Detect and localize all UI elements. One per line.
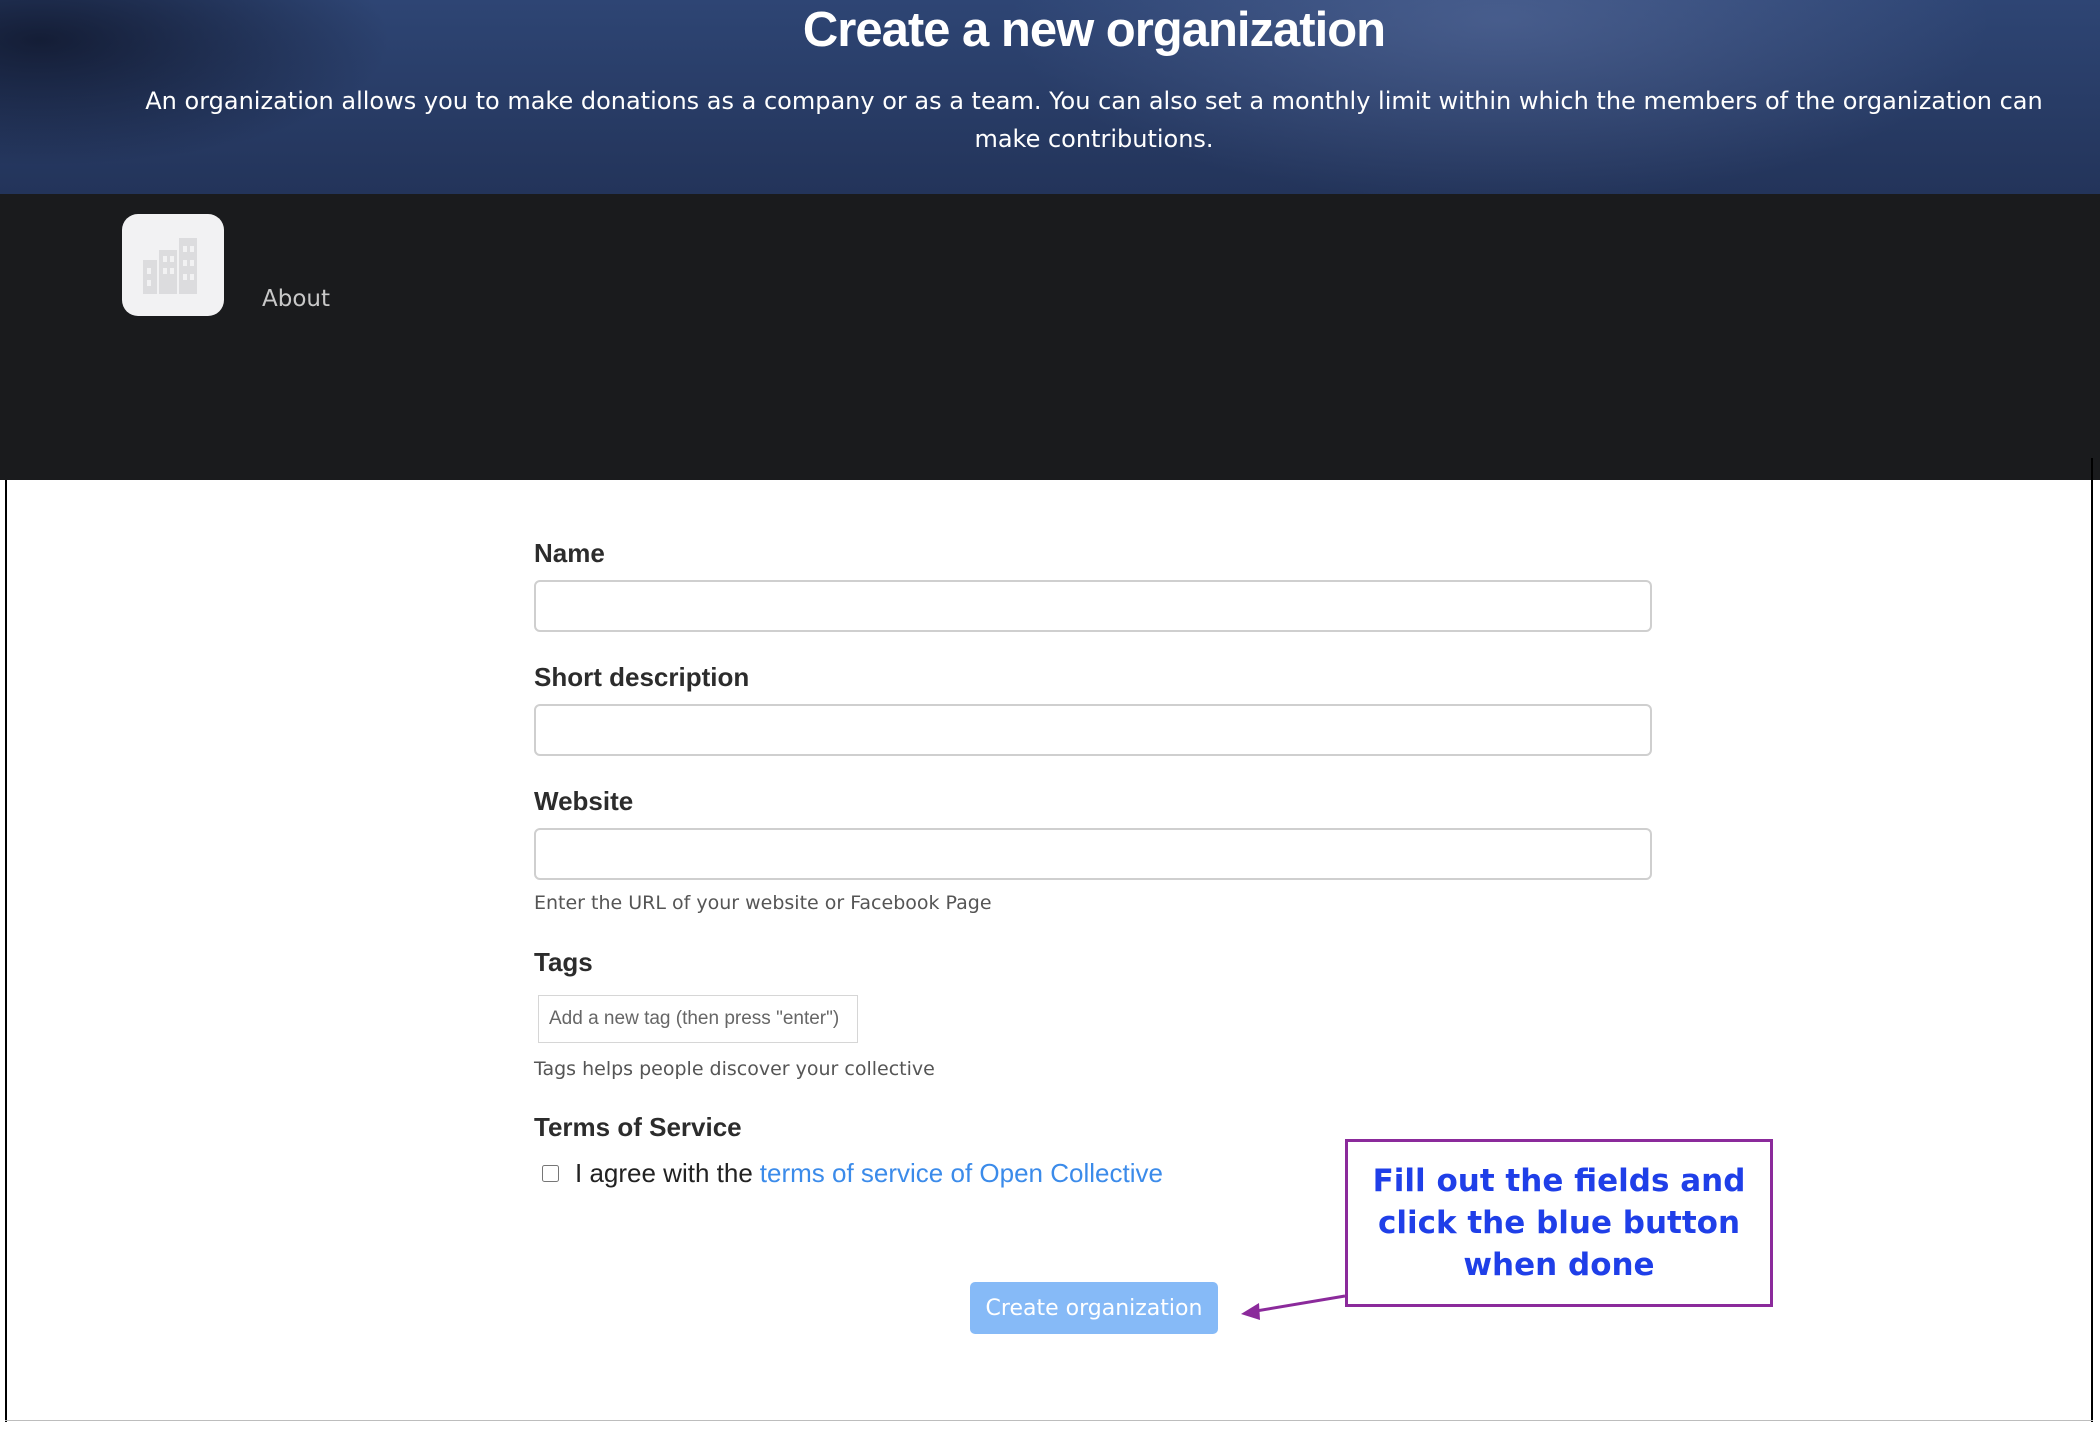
tags-input[interactable] (538, 995, 858, 1043)
tags-help-text: Tags helps people discover your collecti… (534, 1058, 935, 1080)
terms-label: Terms of Service (534, 1112, 742, 1142)
name-input[interactable] (534, 580, 1652, 632)
terms-checkbox[interactable] (542, 1164, 559, 1182)
annotation-arrow-icon (1241, 1294, 1346, 1320)
page-title: Create a new organization (802, 3, 1386, 57)
collective-navbar: About (0, 194, 2100, 480)
terms-of-service-link[interactable]: terms of service of Open Collective (760, 1158, 1163, 1189)
website-label: Website (534, 786, 634, 816)
frame-border-bottom (5, 1420, 2093, 1421)
page-description: An organization allows you to make donat… (145, 87, 2043, 153)
terms-agree-text: I agree with the (575, 1157, 753, 1188)
website-help-text: Enter the URL of your website or Faceboo… (534, 892, 992, 914)
organization-avatar (122, 214, 224, 316)
frame-border-right (2091, 458, 2093, 1422)
frame-border-left (5, 480, 7, 1422)
short-description-label: Short description (534, 662, 750, 692)
tags-label: Tags (534, 947, 593, 977)
website-input[interactable] (534, 828, 1652, 880)
terms-agree-row: I agree with the terms of service of Ope… (542, 1155, 1163, 1191)
create-organization-button[interactable]: Create organization (970, 1282, 1218, 1334)
name-label: Name (534, 538, 605, 568)
building-icon (143, 238, 197, 294)
hero-banner: Create a new organization An organizatio… (0, 0, 2100, 194)
instruction-callout: Fill out the fields and click the blue b… (1345, 1139, 1773, 1307)
nav-about-link[interactable]: About (262, 286, 330, 312)
short-description-input[interactable] (534, 704, 1652, 756)
